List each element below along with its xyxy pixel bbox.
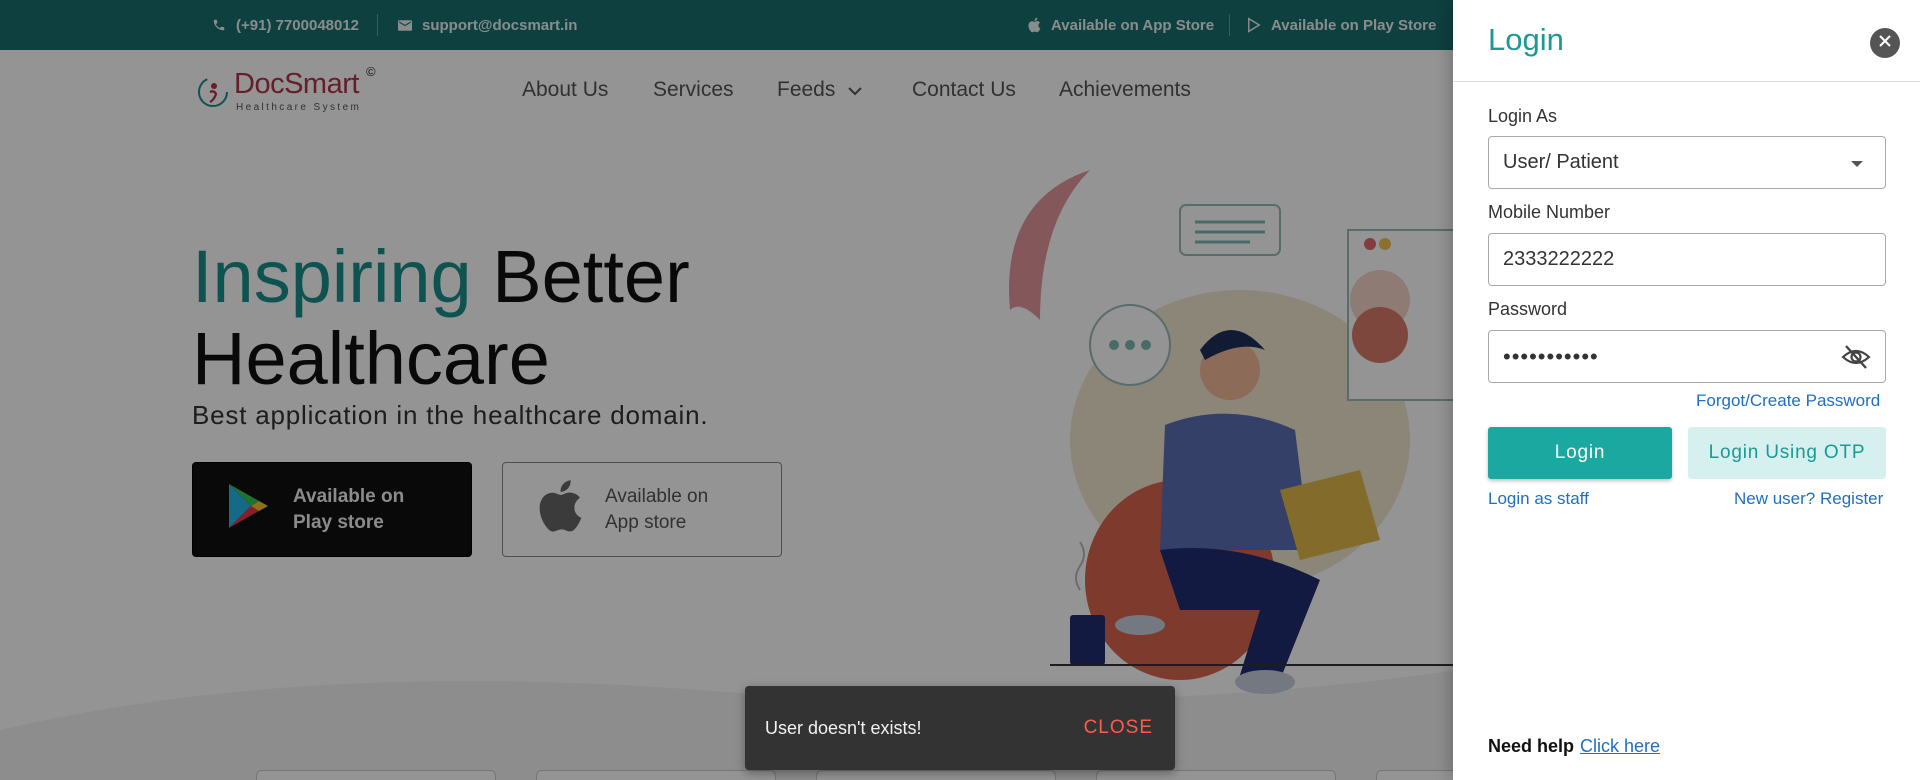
login-button[interactable]: Login (1488, 427, 1672, 479)
modal-backdrop[interactable] (0, 0, 1453, 780)
snackbar-close-button[interactable]: CLOSE (1084, 717, 1153, 739)
login-otp-button[interactable]: Login Using OTP (1688, 427, 1886, 479)
dropdown-caret-icon (1851, 161, 1863, 167)
login-as-staff-link[interactable]: Login as staff (1488, 489, 1589, 509)
need-help-section: Need help Click here (1488, 736, 1660, 757)
close-drawer-button[interactable] (1870, 28, 1900, 58)
password-label: Password (1488, 299, 1568, 319)
login-title: Login (1488, 22, 1564, 57)
register-link[interactable]: New user? Register (1734, 489, 1883, 509)
login-as-value: User/ Patient (1503, 151, 1619, 173)
password-masked-value: ••••••••••• (1503, 343, 1599, 369)
click-here-link[interactable]: Click here (1580, 736, 1660, 756)
need-help-label: Need help (1488, 736, 1575, 756)
login-drawer: Login Login As User/ Patient Mobile Numb… (1453, 0, 1920, 780)
mobile-number-label: Mobile Number (1488, 202, 1611, 222)
password-field[interactable]: ••••••••••• (1488, 330, 1886, 383)
error-snackbar: User doesn't exists! CLOSE (745, 686, 1175, 770)
snackbar-message: User doesn't exists! (765, 717, 922, 738)
login-as-select[interactable]: User/ Patient (1488, 136, 1886, 189)
eye-off-icon[interactable] (1841, 343, 1871, 377)
mobile-number-field[interactable] (1488, 233, 1886, 286)
forgot-password-link[interactable]: Forgot/Create Password (1696, 391, 1880, 411)
close-icon (1879, 34, 1891, 52)
drawer-divider (1453, 81, 1920, 82)
mobile-number-input[interactable] (1503, 248, 1871, 271)
login-as-label: Login As (1488, 106, 1558, 126)
